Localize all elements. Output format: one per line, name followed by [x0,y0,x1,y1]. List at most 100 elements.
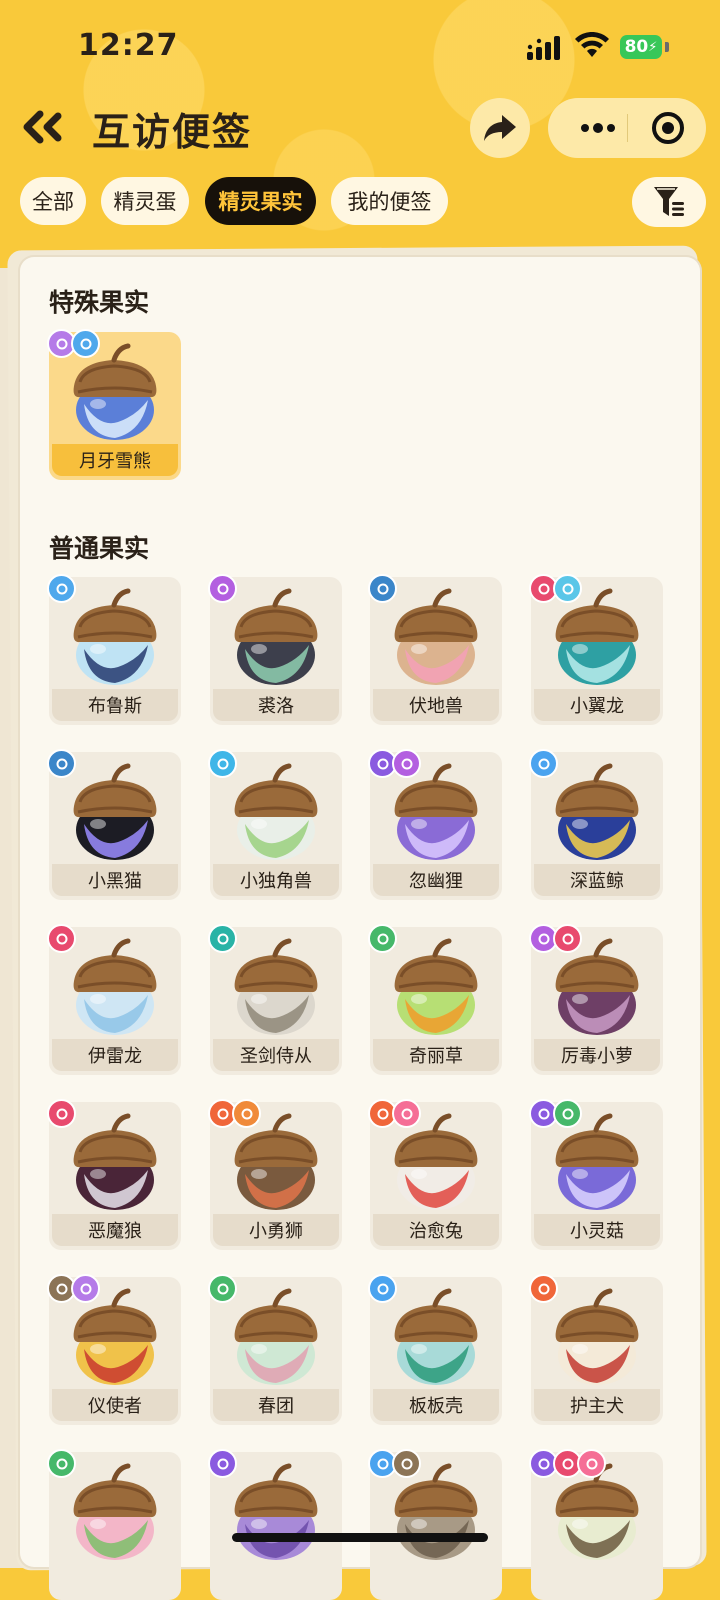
more-dots-icon [581,123,615,133]
grass-type-icon [553,1099,582,1128]
fruit-item[interactable] [529,1449,663,1600]
wind-glyph-icon [80,1283,91,1294]
element-badges [208,1099,261,1128]
fruit-item[interactable]: 恶魔狼 [47,1099,181,1250]
fruit-item[interactable]: 厉毒小萝 [529,924,663,1075]
acorn-fruit-icon [73,588,157,685]
tab-my-notes[interactable]: 我的便签 [331,177,448,225]
fruit-item[interactable]: 裘洛 [208,574,342,725]
ice-glyph-icon [56,583,67,594]
fruit-item[interactable]: 圣剑侍从 [208,924,342,1075]
wing-type-icon [553,574,582,603]
fruit-item[interactable]: 小勇狮 [208,1099,342,1250]
element-badges [208,749,237,778]
fruit-item[interactable]: 春团 [208,1274,342,1425]
normal-glyph-icon [56,758,67,769]
grass-glyph-icon [562,1108,573,1119]
element-badges [208,924,237,953]
phantom-glyph-icon [401,758,412,769]
fruit-item[interactable]: 伏地兽 [368,574,502,725]
demon-glyph-icon [56,1108,67,1119]
fruit-item[interactable]: 忽幽狸 [368,749,502,900]
heal-type-icon [577,1449,606,1478]
light-type-icon [208,749,237,778]
fruit-item[interactable]: 布鲁斯 [47,574,181,725]
fruit-name: 深蓝鲸 [534,864,660,896]
double-chevron-left-icon [23,110,62,144]
fruit-item[interactable] [47,1449,181,1600]
acorn-fruit-icon [394,1288,478,1385]
acorn-fruit-icon [555,1288,639,1385]
fruit-item[interactable]: 奇丽草 [368,924,502,1075]
fruit-item[interactable] [368,1449,502,1600]
fruit-item[interactable]: 护主犬 [529,1274,663,1425]
acorn-fruit-icon [394,588,478,685]
element-badges [208,1449,237,1478]
normal-type-icon [368,574,397,603]
element-badges [368,924,397,953]
status-time: 12:27 [78,28,179,63]
element-badges [529,924,582,953]
element-badges [47,749,76,778]
fruit-item[interactable]: 深蓝鲸 [529,749,663,900]
fruit-item[interactable]: 小独角兽 [208,749,342,900]
ice-glyph-icon [80,338,91,349]
acorn-fruit-icon [234,588,318,685]
fruit-item[interactable]: 伊雷龙 [47,924,181,1075]
fruit-name: 厉毒小萝 [534,1039,660,1071]
back-button[interactable] [20,109,68,145]
acorn-fruit-icon [234,1463,318,1560]
fruit-item[interactable]: 板板壳 [368,1274,502,1425]
demon-glyph-icon [56,933,67,944]
fruit-name: 小独角兽 [213,864,339,896]
tab-spirit-egg[interactable]: 精灵蛋 [101,177,189,225]
acorn-fruit-icon [234,1288,318,1385]
fruit-item[interactable] [208,1449,342,1600]
fruit-item[interactable]: 月牙雪熊 [47,329,181,480]
ice-type-icon [47,574,76,603]
fruit-name: 忽幽狸 [373,864,499,896]
fruit-name: 月牙雪熊 [52,444,178,476]
element-badges [47,924,76,953]
acorn-fruit-icon [234,938,318,1035]
fruit-item[interactable]: 治愈兔 [368,1099,502,1250]
acorn-fruit-icon [73,763,157,860]
mini-program-capsule [548,98,706,158]
fruit-name: 圣剑侍从 [213,1039,339,1071]
water-type-icon [529,749,558,778]
fruit-name: 裘洛 [213,689,339,721]
fruit-name: 小翼龙 [534,689,660,721]
fruit-name: 治愈兔 [373,1214,499,1246]
ghost-glyph-icon [538,1458,549,1469]
fruit-name: 小灵菇 [534,1214,660,1246]
more-button[interactable] [570,98,626,158]
element-badges [47,574,76,603]
element-badges [47,1099,76,1128]
acorn-fruit-icon [394,938,478,1035]
fruit-item[interactable]: 小黑猫 [47,749,181,900]
wifi-icon [575,32,609,57]
fruit-name: 恶魔狼 [52,1214,178,1246]
demon-glyph-icon [562,1458,573,1469]
fruit-name: 布鲁斯 [52,689,178,721]
fruit-name: 板板壳 [373,1389,499,1421]
fruit-name: 护主犬 [534,1389,660,1421]
tab-all[interactable]: 全部 [20,177,86,225]
demon-type-icon [47,1099,76,1128]
filter-button[interactable] [632,177,706,227]
ghost-glyph-icon [217,1458,228,1469]
fruit-item[interactable]: 小翼龙 [529,574,663,725]
close-button[interactable] [642,98,694,158]
earth-glyph-icon [401,1458,412,1469]
share-button[interactable] [470,98,530,158]
tab-spirit-fruit[interactable]: 精灵果实 [205,177,316,225]
demon-glyph-icon [538,583,549,594]
element-badges [529,1099,582,1128]
power-type-icon [232,1099,261,1128]
fruit-name: 小勇狮 [213,1214,339,1246]
target-close-icon [652,112,684,144]
fruit-item[interactable]: 仪使者 [47,1274,181,1425]
fruit-item[interactable]: 小灵菇 [529,1099,663,1250]
acorn-fruit-icon [555,763,639,860]
capsule-divider [627,114,628,142]
